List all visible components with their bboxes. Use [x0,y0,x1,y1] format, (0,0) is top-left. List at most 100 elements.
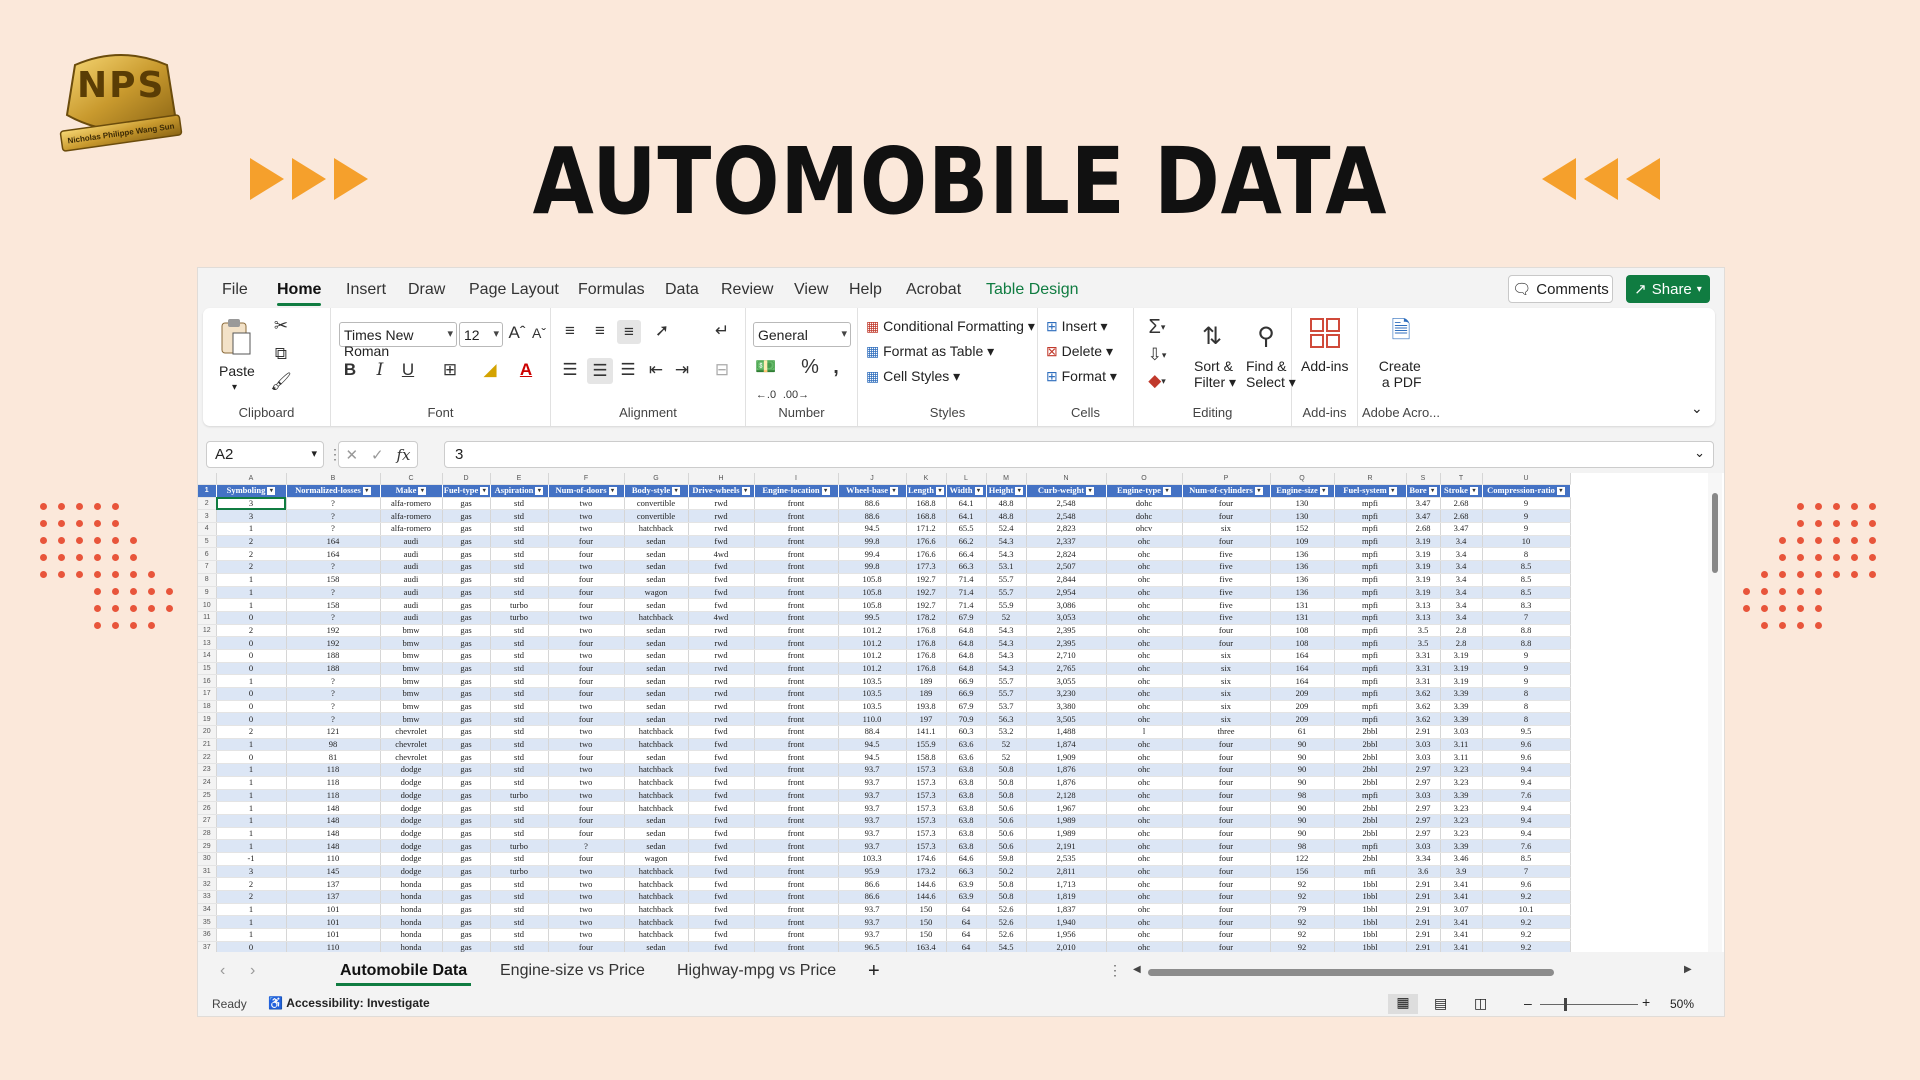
column-header[interactable]: C [380,473,443,485]
table-cell[interactable]: 8 [1482,700,1571,714]
table-cell[interactable]: 2,765 [1026,662,1107,676]
table-cell[interactable]: 3,055 [1026,674,1107,688]
table-cell[interactable]: four [1182,915,1271,930]
table-cell[interactable]: 71.4 [946,573,987,587]
table-cell[interactable]: bmw [380,712,443,727]
table-cell[interactable]: ohc [1106,560,1183,574]
table-cell[interactable]: 93.7 [838,915,907,930]
table-cell[interactable]: fwd [688,941,755,952]
table-cell[interactable]: four [1182,763,1271,777]
table-cell[interactable]: fwd [688,915,755,930]
table-cell[interactable]: front [754,789,839,803]
table-cell[interactable]: 63.9 [946,890,987,904]
table-cell[interactable]: 101.2 [838,624,907,638]
filter-dropdown-icon[interactable]: ▾ [1015,487,1024,496]
table-cell[interactable]: front [754,915,839,930]
table-cell[interactable]: gas [442,636,491,650]
table-cell[interactable]: honda [380,915,443,930]
table-cell[interactable]: 67.9 [946,611,987,625]
enter-icon[interactable]: ✓ [371,446,384,464]
table-header-cell[interactable]: Wheel-base ▾ [838,484,907,498]
table-cell[interactable]: five [1182,547,1271,562]
table-cell[interactable]: five [1182,586,1271,600]
table-cell[interactable]: honda [380,877,443,891]
table-cell[interactable]: audi [380,586,443,600]
column-header[interactable]: I [754,473,839,485]
table-cell[interactable]: convertible [624,497,689,511]
table-cell[interactable]: 63.6 [946,738,987,752]
table-cell[interactable]: four [1182,801,1271,815]
table-cell[interactable]: 1 [216,586,287,600]
table-cell[interactable]: two [548,624,625,638]
table-cell[interactable]: 3.4 [1440,598,1483,612]
sheet-tab-automobile-data[interactable]: Automobile Data [335,962,472,986]
spreadsheet-grid[interactable]: A B C D E F G H I J K L M N O P Q R S T U 1 Symboling ▾ Normaliz… [198,473,1724,952]
table-cell[interactable]: gas [442,586,491,600]
table-cell[interactable]: gas [442,497,491,511]
table-cell[interactable]: ? [286,611,381,625]
table-cell[interactable]: 66.4 [946,547,987,562]
table-cell[interactable]: rwd [688,674,755,688]
table-cell[interactable]: four [548,687,625,701]
table-cell[interactable]: 1,940 [1026,915,1107,930]
table-cell[interactable]: 176.6 [906,535,947,549]
table-header-cell[interactable]: Height ▾ [986,484,1027,498]
table-cell[interactable]: 48.8 [986,509,1027,524]
table-cell[interactable]: 93.7 [838,789,907,803]
table-cell[interactable]: four [548,547,625,562]
table-cell[interactable]: audi [380,573,443,587]
row-header[interactable]: 15 [198,662,217,676]
table-cell[interactable]: ohc [1106,890,1183,904]
table-cell[interactable]: 2,395 [1026,624,1107,638]
filter-dropdown-icon[interactable]: ▾ [974,487,983,496]
table-cell[interactable]: 150 [906,915,947,930]
table-cell[interactable]: 9 [1482,522,1571,536]
table-cell[interactable]: 110 [286,852,381,866]
table-cell[interactable]: 105.8 [838,586,907,600]
table-cell[interactable]: ohc [1106,763,1183,777]
tab-view[interactable]: View [794,281,828,299]
table-cell[interactable]: 141.1 [906,725,947,739]
tab-home[interactable]: Home [277,281,322,306]
table-cell[interactable]: sedan [624,598,689,612]
table-cell[interactable]: 2 [216,890,287,904]
table-cell[interactable]: 7.6 [1482,839,1571,853]
row-header[interactable]: 34 [198,903,217,917]
fill-color-icon[interactable]: ◢ [479,358,501,382]
table-cell[interactable]: std [490,941,549,952]
table-cell[interactable]: 152 [1270,522,1335,536]
table-cell[interactable]: std [490,687,549,701]
table-cell[interactable]: four [1182,941,1271,952]
table-cell[interactable]: 118 [286,789,381,803]
table-cell[interactable]: 90 [1270,738,1335,752]
table-cell[interactable]: 3.41 [1440,890,1483,904]
table-cell[interactable]: hatchback [624,776,689,790]
table-header-cell[interactable]: Normalized-losses ▾ [286,484,381,498]
align-right-icon[interactable]: ☰ [617,358,639,382]
table-cell[interactable]: 156 [1270,865,1335,879]
table-cell[interactable]: gas [442,700,491,714]
accessibility-status[interactable]: ♿ Accessibility: Investigate [268,996,430,1010]
table-cell[interactable]: four [1182,903,1271,917]
table-cell[interactable]: mpfi [1334,687,1407,701]
accounting-format-icon[interactable]: 💵 [754,356,778,378]
table-cell[interactable]: dodge [380,839,443,853]
table-header-cell[interactable]: Num-of-cylinders ▾ [1182,484,1271,498]
table-cell[interactable]: front [754,890,839,904]
table-cell[interactable]: gas [442,852,491,866]
row-header[interactable]: 22 [198,750,217,765]
table-cell[interactable]: 145 [286,865,381,879]
table-cell[interactable]: two [548,509,625,524]
table-cell[interactable]: four [1182,928,1271,942]
table-cell[interactable]: 157.3 [906,839,947,853]
table-cell[interactable]: 1 [216,928,287,942]
table-cell[interactable]: 0 [216,941,287,952]
table-cell[interactable]: hatchback [624,801,689,815]
table-cell[interactable]: std [490,636,549,650]
table-cell[interactable]: ohc [1106,789,1183,803]
table-cell[interactable]: std [490,497,549,511]
table-cell[interactable]: gas [442,573,491,587]
row-header[interactable]: 3 [198,509,217,524]
wrap-text-icon[interactable]: ↵ [711,320,733,342]
increase-indent-icon[interactable]: ⇥ [671,358,693,382]
